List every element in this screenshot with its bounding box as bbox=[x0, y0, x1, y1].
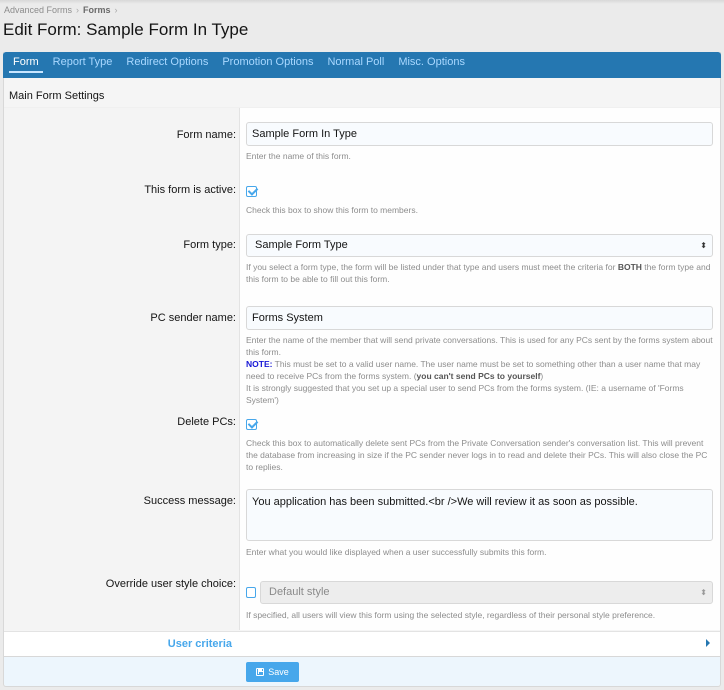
user-criteria-toggle[interactable]: User criteria bbox=[4, 631, 720, 657]
form-type-select[interactable]: Sample Form Type ⬍ bbox=[246, 234, 713, 257]
pc-sender-row: Enter the name of the member that will s… bbox=[246, 306, 713, 406]
select-arrows-icon: ⬍ bbox=[700, 241, 707, 250]
pc-sender-label: PC sender name: bbox=[150, 312, 236, 324]
top-shade bbox=[0, 0, 724, 4]
delete-pcs-row: Check this box to automatically delete s… bbox=[246, 417, 713, 473]
success-message-textarea[interactable]: You application has been submitted.<br /… bbox=[246, 489, 713, 541]
pc-sender-input[interactable] bbox=[246, 306, 713, 330]
user-criteria-label: User criteria bbox=[167, 638, 232, 650]
select-arrows-icon: ⬍ bbox=[700, 588, 707, 597]
form-type-label: Form type: bbox=[183, 239, 236, 251]
form-active-hint: Check this box to show this form to memb… bbox=[246, 205, 418, 215]
form-active-checkbox[interactable] bbox=[246, 186, 257, 197]
save-icon bbox=[256, 668, 265, 676]
tab-promotion-options[interactable]: Promotion Options bbox=[215, 52, 320, 78]
success-message-hint: Enter what you would like displayed when… bbox=[246, 547, 547, 557]
note-label: NOTE: bbox=[246, 359, 273, 369]
page-title: Edit Form: Sample Form In Type bbox=[3, 20, 249, 39]
save-button-label: Save bbox=[268, 667, 289, 677]
tab-report-type[interactable]: Report Type bbox=[46, 52, 120, 78]
tab-normal-poll[interactable]: Normal Poll bbox=[320, 52, 391, 78]
tab-form[interactable]: Form bbox=[6, 52, 46, 78]
breadcrumb-separator: › bbox=[114, 5, 118, 15]
override-style-select[interactable]: Default style ⬍ bbox=[260, 581, 713, 604]
form-type-selected: Sample Form Type bbox=[255, 239, 348, 251]
form-name-label: Form name: bbox=[176, 129, 236, 141]
breadcrumb: Advanced Forms › Forms › bbox=[4, 5, 118, 15]
override-style-hint: If specified, all users will view this f… bbox=[246, 610, 656, 620]
override-style-label: Override user style choice: bbox=[105, 578, 236, 590]
delete-pcs-hint: Check this box to automatically delete s… bbox=[246, 438, 708, 472]
section-title: Main Form Settings bbox=[4, 78, 720, 108]
delete-pcs-label: Delete PCs: bbox=[177, 416, 236, 428]
override-style-checkbox[interactable] bbox=[246, 587, 256, 598]
expand-arrow-icon bbox=[706, 639, 710, 647]
pc-sender-hint: Enter the name of the member that will s… bbox=[246, 335, 713, 405]
delete-pcs-checkbox[interactable] bbox=[246, 419, 257, 430]
success-message-label: Success message: bbox=[143, 495, 236, 507]
override-style-selected: Default style bbox=[269, 586, 330, 598]
tab-misc-options[interactable]: Misc. Options bbox=[391, 52, 472, 78]
form-name-input[interactable] bbox=[246, 122, 713, 146]
breadcrumb-separator: › bbox=[76, 5, 80, 15]
form-active-label: This form is active: bbox=[144, 184, 236, 196]
form-name-hint: Enter the name of this form. bbox=[246, 151, 351, 161]
form-active-row: Check this box to show this form to memb… bbox=[246, 184, 713, 216]
breadcrumb-advanced-forms[interactable]: Advanced Forms bbox=[4, 5, 72, 15]
tab-redirect-options[interactable]: Redirect Options bbox=[119, 52, 215, 78]
save-button[interactable]: Save bbox=[246, 662, 299, 682]
form-name-row: Enter the name of this form. bbox=[246, 122, 713, 162]
breadcrumb-forms[interactable]: Forms bbox=[83, 5, 111, 15]
form-type-hint: If you select a form type, the form will… bbox=[246, 262, 711, 284]
override-style-row: Default style ⬍ If specified, all users … bbox=[246, 581, 713, 621]
success-message-row: You application has been submitted.<br /… bbox=[246, 489, 713, 558]
submit-row bbox=[4, 657, 720, 686]
tab-bar: Form Report Type Redirect Options Promot… bbox=[3, 52, 721, 78]
form-type-row: Sample Form Type ⬍ If you select a form … bbox=[246, 234, 713, 285]
